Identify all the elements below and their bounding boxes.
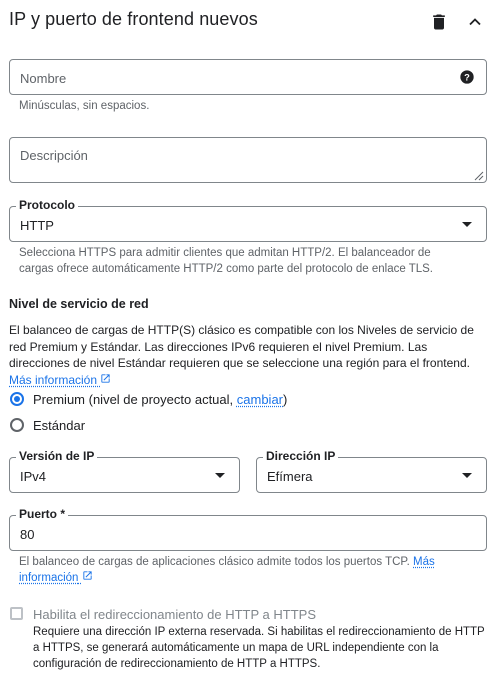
premium-option[interactable]: Premium (nivel de proyecto actual, cambi…	[33, 392, 287, 407]
protocol-value: HTTP	[20, 218, 54, 233]
description-field[interactable]: Descripción	[9, 137, 487, 183]
dropdown-arrow-icon	[215, 473, 225, 478]
standard-radio[interactable]	[10, 418, 24, 432]
change-tier-link[interactable]: cambiar	[237, 392, 283, 407]
external-link-icon	[83, 571, 92, 580]
trash-icon[interactable]	[429, 12, 449, 32]
ip-version-value: IPv4	[20, 469, 47, 484]
name-field[interactable]: Nombre ?	[9, 59, 487, 95]
redirect-checkbox[interactable]	[10, 607, 23, 620]
ip-version-label: Versión de IP	[16, 449, 98, 463]
port-label: Puerto *	[16, 507, 69, 521]
chevron-up-icon[interactable]	[465, 12, 485, 32]
resize-handle-icon[interactable]	[472, 168, 484, 181]
external-link-icon	[101, 373, 110, 383]
premium-radio[interactable]	[10, 392, 24, 406]
protocol-hint: Selecciona HTTPS para admitir clientes q…	[19, 247, 434, 275]
network-tier-description: El balanceo de cargas de HTTP(S) clásico…	[9, 323, 474, 387]
network-tier-heading: Nivel de servicio de red	[9, 297, 149, 311]
protocol-label: Protocolo	[16, 198, 78, 212]
ip-address-label: Dirección IP	[263, 449, 339, 463]
more-info-link[interactable]: Más información	[9, 373, 111, 387]
name-placeholder: Nombre	[20, 71, 67, 86]
ip-address-value: Efímera	[267, 469, 313, 484]
dropdown-arrow-icon	[462, 473, 472, 478]
protocol-select[interactable]: HTTP	[9, 206, 487, 242]
help-circle-icon[interactable]: ?	[459, 69, 475, 85]
standard-option[interactable]: Estándar	[33, 418, 85, 433]
section-title: IP y puerto de frontend nuevos	[9, 9, 258, 29]
port-hint: El balanceo de cargas de aplicaciones cl…	[19, 556, 435, 584]
description-placeholder: Descripción	[20, 148, 88, 163]
svg-text:?: ?	[464, 72, 470, 82]
redirect-description: Requiere una dirección IP externa reserv…	[33, 626, 485, 670]
name-hint: Minúsculas, sin espacios.	[19, 100, 150, 112]
port-field[interactable]: 80	[9, 515, 487, 551]
dropdown-arrow-icon	[462, 222, 472, 227]
redirect-label: Habilita el redireccionamiento de HTTP a…	[33, 607, 316, 622]
port-value: 80	[20, 527, 35, 542]
